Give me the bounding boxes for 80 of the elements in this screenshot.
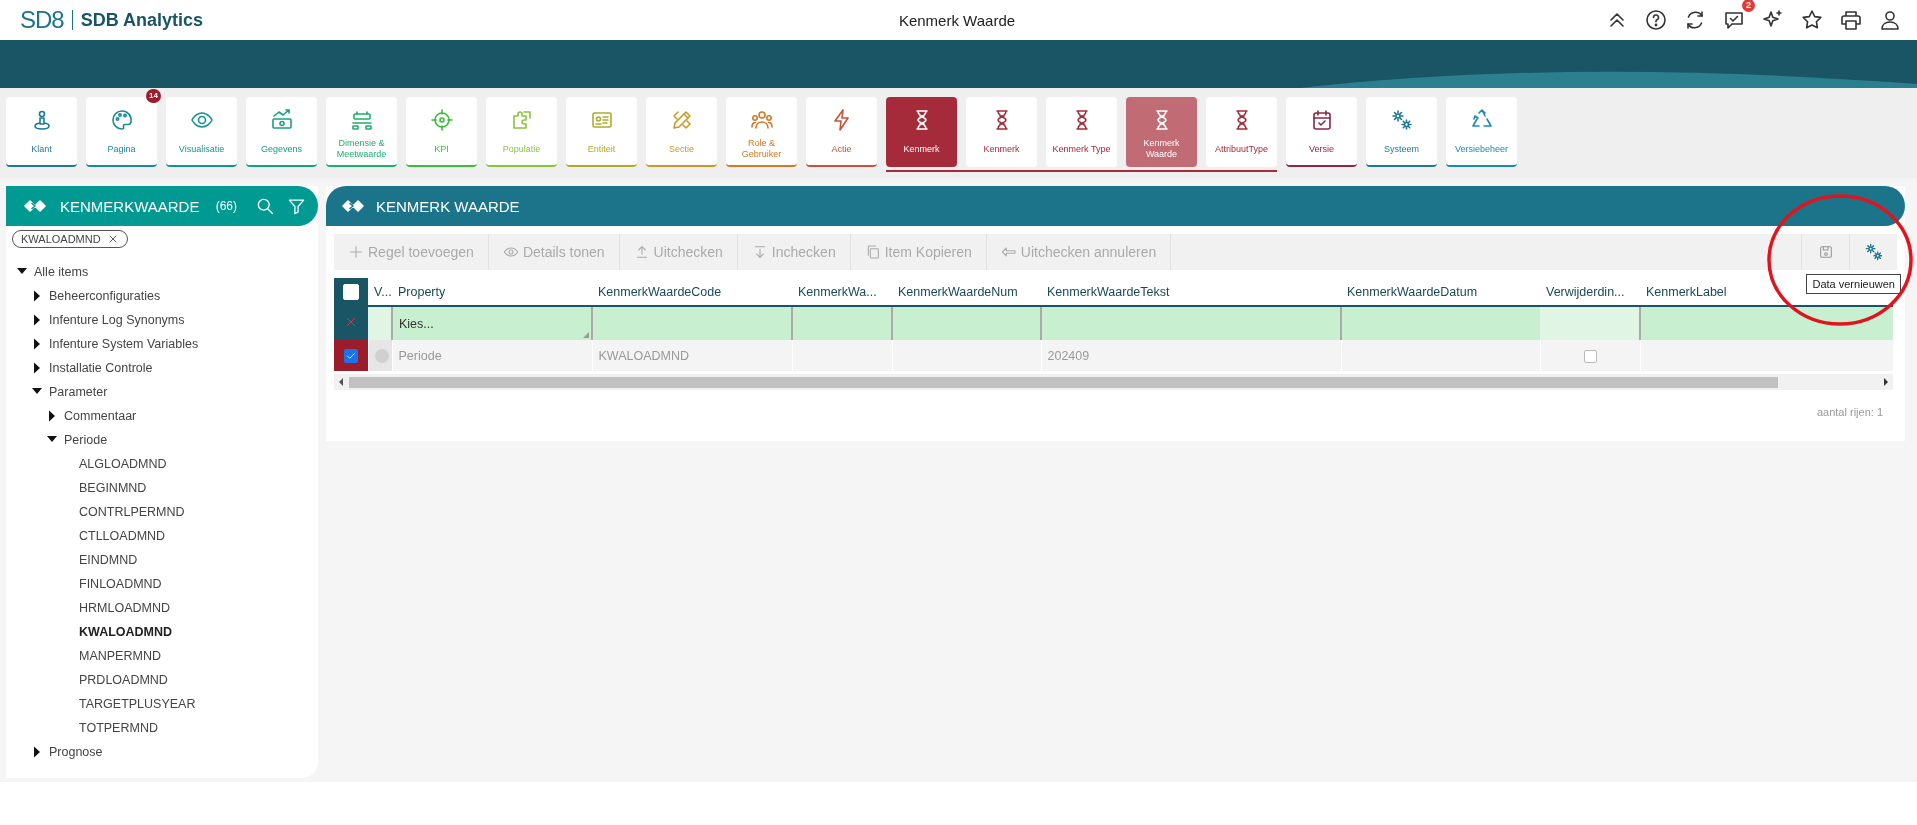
arrow-left-icon — [1000, 244, 1017, 260]
filter-cell[interactable]: Kies... — [392, 306, 592, 340]
logo: SD8 — [20, 6, 64, 34]
item-count: (66) — [215, 199, 237, 213]
tree-item[interactable]: Parameter — [49, 385, 108, 399]
nav-tile[interactable]: Pagina — [86, 97, 157, 167]
nav-tile[interactable]: Gegevens — [246, 97, 317, 167]
checkbox[interactable] — [1583, 349, 1597, 363]
tree-item[interactable]: Infenture System Variables — [49, 337, 199, 351]
nav-tile[interactable]: Kenmerk Type — [1046, 97, 1117, 167]
tree-item[interactable]: Infenture Log Synonyms — [49, 313, 185, 327]
scroll-right-icon[interactable] — [1882, 377, 1890, 387]
tree-item[interactable]: Periode — [64, 433, 108, 447]
nav-tile[interactable]: Systeem — [1366, 97, 1437, 167]
nav-tile[interactable]: Versie — [1286, 97, 1357, 167]
help-button[interactable] — [1643, 7, 1669, 33]
crosshair-icon — [429, 108, 454, 132]
filter-cell[interactable] — [1640, 306, 1893, 340]
filter-cell[interactable] — [368, 306, 392, 340]
banknote-chart-icon — [269, 108, 294, 132]
palette-icon — [109, 108, 134, 132]
filter-cell[interactable] — [892, 306, 1041, 340]
tree-item[interactable]: TARGETPLUSYEAR — [79, 697, 196, 711]
gears-icon — [1863, 242, 1884, 262]
search-button[interactable] — [255, 196, 275, 216]
tree-item[interactable]: FINLOADMND — [79, 577, 162, 591]
eye-icon — [502, 244, 519, 260]
tree-item[interactable]: KWALOADMND — [79, 625, 173, 639]
tree-item[interactable]: BEGINMND — [79, 481, 147, 495]
panel-title: KENMERK WAARDE — [376, 197, 520, 215]
table-cell: KWALOADMND — [592, 340, 792, 371]
nav-tile[interactable]: Kenmerk Waarde — [1126, 97, 1197, 167]
help-icon — [1644, 8, 1668, 32]
gears-icon — [1389, 108, 1414, 132]
nav-tile[interactable]: Klant — [6, 97, 77, 167]
notification-badge: 2 — [1742, 0, 1755, 12]
scroll-left-icon[interactable] — [337, 377, 345, 387]
print-icon — [1839, 8, 1863, 32]
filter-cell[interactable] — [792, 306, 892, 340]
app-name: SDB Analytics — [80, 9, 204, 31]
tree-item[interactable]: Alle items — [34, 265, 89, 279]
tree-item[interactable]: MANPERMND — [79, 649, 161, 663]
panel-title: KENMERKWAARDE — [60, 197, 201, 215]
nav-tile[interactable]: Visualisatie — [166, 97, 237, 167]
nav-tile[interactable]: Actie — [806, 97, 877, 167]
tree-item[interactable]: Beheerconfiguraties — [49, 289, 161, 303]
nav-tile[interactable]: Versiebeheer — [1446, 97, 1517, 167]
people-icon — [749, 108, 774, 132]
tree-item[interactable]: Prognose — [49, 745, 103, 759]
nav-tile[interactable]: Kenmerk — [886, 97, 957, 167]
tree-item[interactable]: EINDMND — [79, 553, 138, 567]
plus-icon — [348, 244, 364, 260]
star-icon — [1800, 8, 1824, 32]
filter-cell[interactable] — [1540, 306, 1640, 340]
nav-tile[interactable]: Kenmerk — [966, 97, 1037, 167]
tooltip: Data vernieuwen — [1806, 274, 1901, 294]
tree-item[interactable]: Installatie Controle — [49, 361, 153, 375]
user-icon — [1878, 8, 1902, 32]
diamond-logo-icon — [340, 198, 366, 214]
tree-item[interactable]: CONTRLPERMND — [79, 505, 185, 519]
filter-cell[interactable] — [1041, 306, 1341, 340]
tree-item[interactable]: CTLLOADMND — [79, 529, 166, 543]
tree-item[interactable]: Commentaar — [64, 409, 137, 423]
table-cell: 202409 — [1041, 340, 1341, 371]
tree-item[interactable]: PRDLOADMND — [79, 673, 168, 687]
tree-item[interactable]: TOTPERMND — [79, 721, 158, 735]
tree-item[interactable]: ALGLOADMND — [79, 457, 167, 471]
count-badge: 14 — [146, 89, 161, 103]
dimension-icon — [349, 108, 374, 132]
page-title: Kenmerk Waarde — [897, 11, 1017, 29]
diamond-logo-icon — [22, 198, 48, 214]
resize-grip-icon — [583, 332, 589, 338]
horizontal-scrollbar[interactable] — [334, 374, 1893, 390]
checkbox[interactable] — [343, 348, 358, 363]
nav-tile[interactable]: AttribuutType — [1206, 97, 1277, 167]
filter-cell[interactable] — [592, 306, 792, 340]
tree-item[interactable]: HRMLOADMND — [79, 601, 170, 615]
row-count: aantal rijen: 1 — [1815, 405, 1884, 418]
table-cell: Periode — [392, 340, 592, 371]
filter-cell[interactable] — [1341, 306, 1540, 340]
